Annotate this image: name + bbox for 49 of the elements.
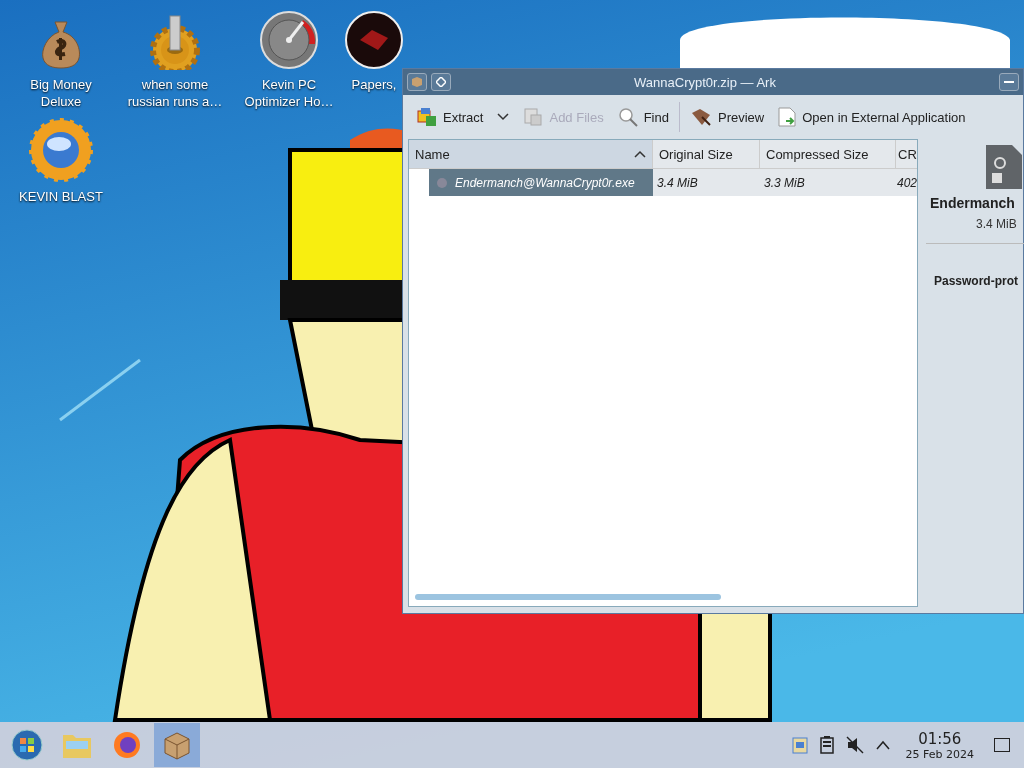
clipboard-icon[interactable] <box>791 736 808 754</box>
column-header[interactable]: CR <box>896 140 917 168</box>
scrollbar[interactable] <box>415 594 721 600</box>
table-cell: 3.4 MiB <box>653 169 760 196</box>
start-orb-icon <box>11 729 43 761</box>
diamond-icon <box>436 77 446 87</box>
document-arrow-icon <box>778 107 797 127</box>
caret-icon <box>497 113 510 121</box>
toolbar-button[interactable]: Open in External Application <box>774 105 970 129</box>
file-size: 3.4 MiB <box>976 217 1017 231</box>
taskbar-button[interactable] <box>154 723 200 767</box>
box-icon <box>162 730 192 760</box>
column-header[interactable]: Original Size <box>653 140 760 168</box>
keep-above-button[interactable] <box>431 73 451 91</box>
sun-globe-icon <box>29 118 93 182</box>
file-name: Endermanch <box>930 195 1015 211</box>
chevron-up-icon[interactable] <box>875 740 890 750</box>
desktop-icon-label[interactable]: Kevin PC Optimizer Ho… <box>237 76 341 110</box>
window-title: WannaCrypt0r.zip — Ark <box>633 74 777 90</box>
desktop-icon-label[interactable]: when some russian runs a… <box>123 76 227 110</box>
search-icon <box>617 107 638 127</box>
seal-icon <box>344 10 404 70</box>
desktop-icon-label[interactable]: KEVIN BLAST <box>19 188 103 205</box>
table-cell[interactable]: Endermanch@WannaCrypt0r.exe <box>429 169 653 196</box>
add-files-icon <box>523 107 544 127</box>
preview-icon <box>689 107 712 127</box>
box-icon <box>411 76 423 88</box>
desktop-icon-label[interactable]: Big Money Deluxe <box>9 76 113 110</box>
table-cell: 3.3 MiB <box>760 169 896 196</box>
clock-date[interactable]: 25 Feb 2024 <box>905 747 974 761</box>
column-header[interactable]: Compressed Size <box>760 140 896 168</box>
extract-icon <box>417 107 437 127</box>
sort-caret-icon <box>634 150 646 158</box>
gauge-icon <box>259 10 319 70</box>
battery-icon[interactable] <box>819 736 834 754</box>
toolbar-button[interactable]: Find <box>613 105 673 129</box>
property-label: Password-prot <box>934 274 1018 288</box>
column-header[interactable]: Name <box>409 140 653 168</box>
toolbar-button[interactable]: Extract <box>413 105 514 129</box>
show-desktop-button[interactable] <box>994 738 1010 752</box>
muted-speaker-icon[interactable] <box>845 736 864 754</box>
minimize-button[interactable] <box>999 73 1019 91</box>
desktop-icon-label[interactable]: Papers, <box>351 76 397 93</box>
table-cell: 402 <box>896 169 917 196</box>
minimize-icon <box>1004 80 1014 84</box>
toolbar-button[interactable]: Preview <box>685 105 769 129</box>
browser-icon <box>113 731 141 759</box>
executable-icon <box>435 175 449 190</box>
clock-time[interactable]: 01:56 <box>918 729 962 748</box>
